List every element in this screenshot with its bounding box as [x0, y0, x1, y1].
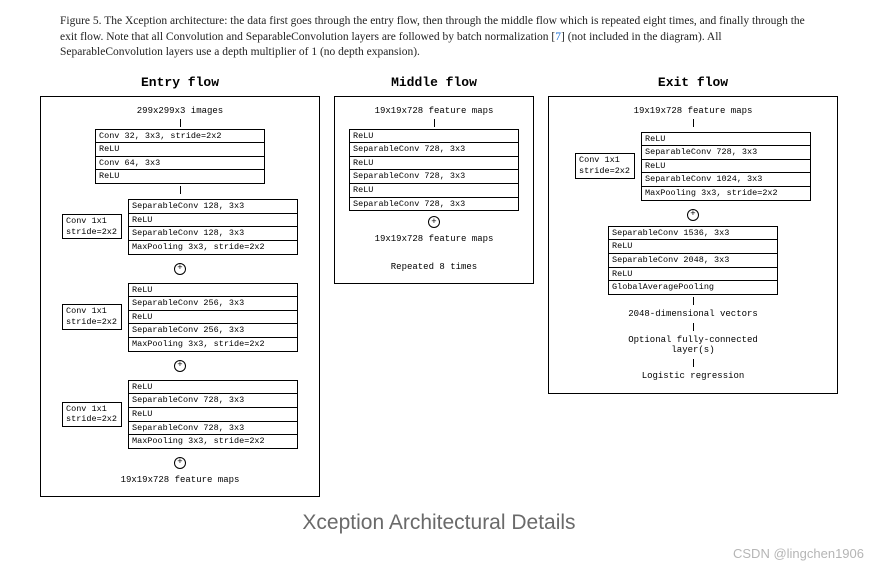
- residual-conv: Conv 1x1 stride=2x2: [62, 304, 122, 329]
- exit-fc-text: Optional fully-connected layer(s): [628, 335, 758, 355]
- sepconv-layer: SeparableConv 728, 3x3: [641, 146, 811, 160]
- entry-flow-box: 299x299x3 images Conv 32, 3x3, stride=2x…: [40, 96, 320, 497]
- residual-conv: Conv 1x1 stride=2x2: [62, 214, 122, 239]
- relu-layer: ReLU: [128, 214, 298, 228]
- relu-layer: ReLU: [349, 129, 519, 144]
- sepconv-layer: SeparableConv 256, 3x3: [128, 324, 298, 338]
- architecture-diagram: Entry flow 299x299x3 images Conv 32, 3x3…: [30, 75, 848, 497]
- residual-conv: Conv 1x1 stride=2x2: [575, 153, 635, 178]
- sepconv-layer: SeparableConv 728, 3x3: [128, 422, 298, 436]
- add-icon: +: [174, 457, 186, 469]
- sepconv-layer: SeparableConv 728, 3x3: [128, 394, 298, 408]
- relu-layer: ReLU: [608, 268, 778, 282]
- middle-output-text: 19x19x728 feature maps: [375, 234, 494, 244]
- add-icon: +: [174, 360, 186, 372]
- relu-layer: ReLU: [349, 184, 519, 198]
- sepconv-layer: SeparableConv 728, 3x3: [349, 143, 519, 157]
- entry-input-text: 299x299x3 images: [137, 106, 223, 116]
- exit-input-text: 19x19x728 feature maps: [634, 106, 753, 116]
- add-icon: +: [174, 263, 186, 275]
- sepconv-layer: SeparableConv 128, 3x3: [128, 227, 298, 241]
- relu-layer: ReLU: [128, 380, 298, 395]
- residual-conv: Conv 1x1 stride=2x2: [62, 402, 122, 427]
- maxpool-layer: MaxPooling 3x3, stride=2x2: [128, 338, 298, 352]
- middle-flow-column: Middle flow 19x19x728 feature maps ReLU …: [334, 75, 534, 285]
- gap-layer: GlobalAveragePooling: [608, 281, 778, 295]
- relu-layer: ReLU: [95, 143, 265, 157]
- sepconv-layer: SeparableConv 728, 3x3: [349, 170, 519, 184]
- entry-flow-column: Entry flow 299x299x3 images Conv 32, 3x3…: [40, 75, 320, 497]
- sepconv-layer: SeparableConv 128, 3x3: [128, 199, 298, 214]
- sepconv-layer: SeparableConv 2048, 3x3: [608, 254, 778, 268]
- entry-flow-title: Entry flow: [141, 75, 219, 90]
- exit-flow-box: 19x19x728 feature maps Conv 1x1 stride=2…: [548, 96, 838, 394]
- conv-layer: Conv 64, 3x3: [95, 157, 265, 171]
- sepconv-layer: SeparableConv 256, 3x3: [128, 297, 298, 311]
- add-icon: +: [428, 216, 440, 228]
- middle-flow-box: 19x19x728 feature maps ReLU SeparableCon…: [334, 96, 534, 285]
- entry-output-text: 19x19x728 feature maps: [121, 475, 240, 485]
- middle-input-text: 19x19x728 feature maps: [375, 106, 494, 116]
- relu-layer: ReLU: [95, 170, 265, 184]
- relu-layer: ReLU: [128, 311, 298, 325]
- exit-lr-text: Logistic regression: [642, 371, 745, 381]
- exit-flow-column: Exit flow 19x19x728 feature maps Conv 1x…: [548, 75, 838, 394]
- maxpool-layer: MaxPooling 3x3, stride=2x2: [641, 187, 811, 201]
- relu-layer: ReLU: [128, 408, 298, 422]
- exit-vectors-text: 2048-dimensional vectors: [628, 309, 758, 319]
- exit-flow-title: Exit flow: [658, 75, 728, 90]
- relu-layer: ReLU: [349, 157, 519, 171]
- relu-layer: ReLU: [608, 240, 778, 254]
- conv-layer: Conv 32, 3x3, stride=2x2: [95, 129, 265, 144]
- diagram-subtitle: Xception Architectural Details: [30, 511, 848, 535]
- watermark-text: CSDN @lingchen1906: [733, 546, 864, 561]
- relu-layer: ReLU: [641, 160, 811, 174]
- middle-flow-title: Middle flow: [391, 75, 477, 90]
- middle-repeat-text: Repeated 8 times: [391, 262, 477, 272]
- sepconv-layer: SeparableConv 728, 3x3: [349, 198, 519, 212]
- figure-caption: Figure 5. The Xception architecture: the…: [60, 14, 818, 61]
- add-icon: +: [687, 209, 699, 221]
- sepconv-layer: SeparableConv 1024, 3x3: [641, 173, 811, 187]
- maxpool-layer: MaxPooling 3x3, stride=2x2: [128, 241, 298, 255]
- relu-layer: ReLU: [128, 283, 298, 298]
- relu-layer: ReLU: [641, 132, 811, 147]
- sepconv-layer: SeparableConv 1536, 3x3: [608, 226, 778, 241]
- maxpool-layer: MaxPooling 3x3, stride=2x2: [128, 435, 298, 449]
